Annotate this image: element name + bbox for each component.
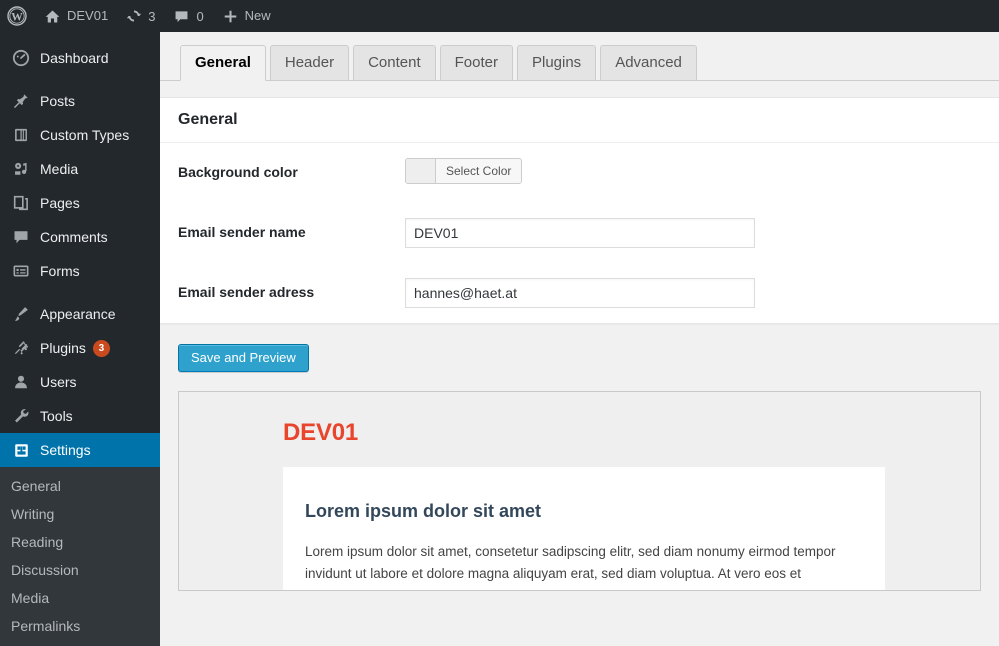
updates-count: 3 [148,8,156,24]
updates-icon [126,8,142,24]
sidebar-item-label: Pages [40,195,80,211]
submit-row: Save and Preview [160,324,999,372]
sidebar-item-dashboard[interactable]: Dashboard [0,41,160,75]
table-row: Email sender name [160,203,999,263]
svg-text:W: W [11,12,23,24]
sidebar-item-label: Forms [40,263,80,279]
new-content-label: New [244,8,271,23]
comment-bubble-icon [173,8,190,25]
tab-advanced[interactable]: Advanced [600,45,697,80]
plus-icon [222,8,239,25]
sidebar-item-label: Plugins [40,340,86,356]
tab-footer[interactable]: Footer [439,45,513,80]
submenu-item-writing[interactable]: Writing [0,500,160,528]
preview-body-text: Lorem ipsum dolor sit amet, consetetur s… [305,543,836,581]
dashboard-icon [11,48,31,68]
general-settings-panel: General Background color Select Color Em… [160,97,999,324]
field-label-background-color: Background color [178,164,298,180]
select-color-label: Select Color [436,159,522,183]
color-swatch[interactable] [406,159,436,183]
wrench-icon [11,406,31,426]
submenu-item-media[interactable]: Media [0,584,160,612]
settings-form-table: Background color Select Color Email send… [160,143,999,323]
sidebar-item-label: Posts [40,93,76,109]
table-row: Background color Select Color [160,143,999,203]
tab-plugins[interactable]: Plugins [516,45,597,80]
book-icon [11,125,31,145]
field-cell-background-color: Select Color [395,143,999,203]
submenu-item-general[interactable]: General [0,472,160,500]
sidebar-item-settings[interactable]: Settings [0,433,168,467]
media-icon [11,159,31,179]
select-color-button[interactable]: Select Color [405,158,523,184]
sidebar-item-label: Appearance [40,306,116,322]
field-cell-email-sender-adress [395,263,999,323]
settings-icon [11,440,31,460]
email-preview-panel: DEV01 Lorem ipsum dolor sit amet Lorem i… [178,391,981,591]
menu-separator [0,75,160,84]
forms-icon [11,261,31,281]
comments-button[interactable]: 0 [164,0,212,32]
site-name-label: DEV01 [67,8,109,23]
tab-general[interactable]: General [180,45,266,81]
sidebar-item-forms[interactable]: Forms [0,254,160,288]
main-content-area: General Header Content Footer Plugins Advance… [160,32,999,643]
sidebar-item-label: Dashboard [40,50,109,66]
submenu-item-reading[interactable]: Reading [0,528,160,556]
email-sender-adress-input[interactable] [405,278,755,308]
preview-heading: Lorem ipsum dolor sit amet [305,501,542,522]
panel-title: General [160,98,999,143]
sidebar-item-users[interactable]: Users [0,365,160,399]
sidebar-item-pages[interactable]: Pages [0,186,160,220]
new-content-button[interactable]: New [213,0,280,32]
sidebar-item-label: Media [40,161,79,177]
sidebar-item-comments[interactable]: Comments [0,220,160,254]
sidebar-item-appearance[interactable]: Appearance [0,297,160,331]
submenu-item-discussion[interactable]: Discussion [0,556,160,584]
settings-submenu: General Writing Reading Discussion Media… [0,467,160,646]
menu-separator [0,288,160,297]
tab-content[interactable]: Content [353,45,436,80]
menu-spacer-top [0,32,160,41]
sidebar-item-label: Comments [40,229,108,245]
sidebar-item-tools[interactable]: Tools [0,399,160,433]
field-label-email-sender-name: Email sender name [178,224,306,240]
pages-icon [11,193,31,213]
sidebar-item-posts[interactable]: Posts [0,84,160,118]
wordpress-logo-icon: W [7,6,27,26]
comments-count: 0 [196,8,204,24]
pin-icon [11,91,31,111]
comment-bubble-icon [11,227,31,247]
paintbrush-icon [11,304,31,324]
tab-header[interactable]: Header [269,45,350,80]
sidebar-item-custom-types[interactable]: Custom Types [0,118,160,152]
plugins-update-badge: 3 [92,339,110,357]
user-icon [11,372,31,392]
submenu-item-permalinks[interactable]: Permalinks [0,612,160,640]
email-sender-name-input[interactable] [405,218,755,248]
sidebar-item-media[interactable]: Media [0,152,160,186]
sidebar-item-label: Users [40,374,77,390]
field-label-email-sender-adress: Email sender adress [178,284,315,300]
field-cell-email-sender-name [395,203,999,263]
sidebar-item-label: Tools [40,408,73,424]
updates-button[interactable]: 3 [117,0,164,32]
home-icon [44,8,61,25]
plug-icon [11,338,31,358]
settings-tab-bar: General Header Content Footer Plugins Advance… [160,32,999,81]
admin-bar: W DEV01 3 0 New [0,0,999,32]
table-row: Email sender adress [160,263,999,323]
sidebar-item-label: Custom Types [40,127,130,143]
save-and-preview-button[interactable]: Save and Preview [178,344,309,372]
preview-site-title: DEV01 [283,419,359,446]
sidebar-item-label: Settings [40,442,91,458]
wordpress-logo-button[interactable]: W [0,0,35,32]
admin-sidebar-menu: Dashboard Posts Custom Types Media Pages… [0,32,168,646]
site-name-menu[interactable]: DEV01 [35,0,117,32]
sidebar-item-plugins[interactable]: Plugins 3 [0,331,160,365]
preview-content-card: Lorem ipsum dolor sit amet Lorem ipsum d… [283,467,885,590]
